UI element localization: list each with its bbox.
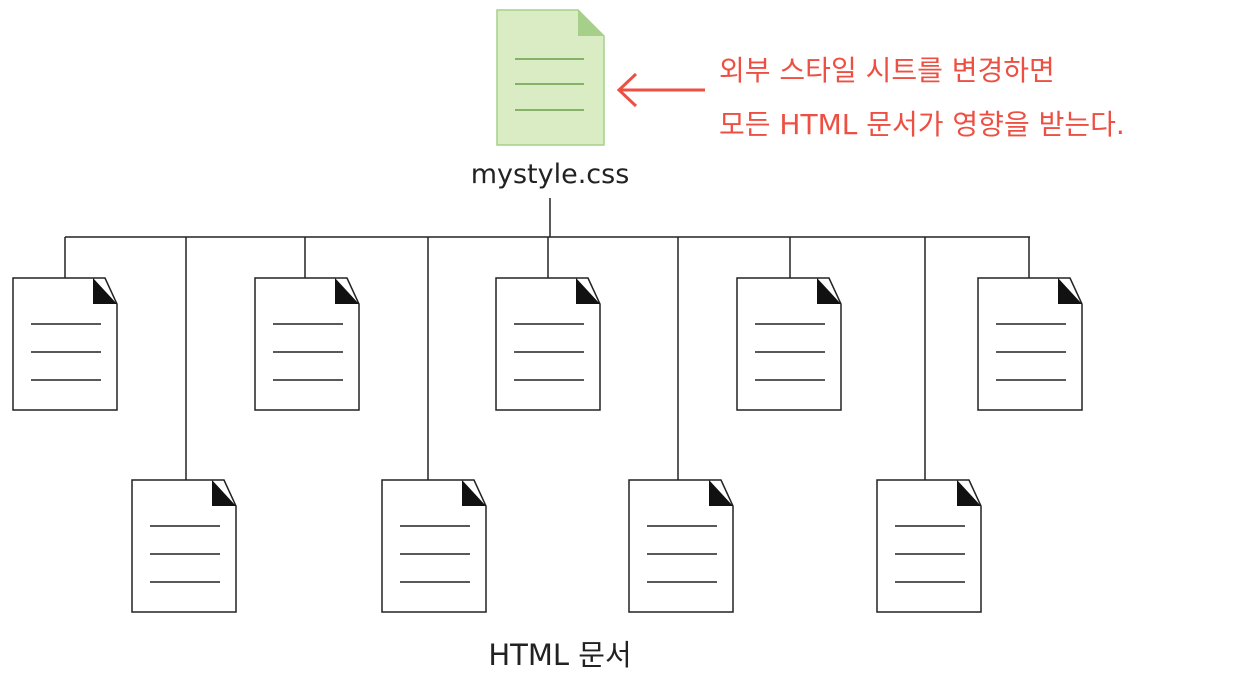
html-document-icon	[736, 277, 842, 411]
html-document-icon	[131, 479, 237, 613]
html-document-icon	[977, 277, 1083, 411]
html-document-icon	[381, 479, 487, 613]
html-document-icon	[628, 479, 734, 613]
documents-label: HTML 문서	[488, 638, 631, 672]
annotation-line-2: 모든 HTML 문서가 영향을 받는다.	[719, 108, 1125, 141]
css-filename: mystyle.css	[471, 159, 630, 190]
html-document-icon	[876, 479, 982, 613]
html-document-icon	[254, 277, 360, 411]
html-document-icon	[495, 277, 601, 411]
arrow-left-icon	[616, 72, 705, 108]
annotation-line-1: 외부 스타일 시트를 변경하면	[719, 54, 1055, 87]
css-file-icon	[496, 9, 605, 146]
html-document-icon	[12, 277, 118, 411]
css-diagram: mystyle.css 외부 스타일 시트를 변경하면 모든 HTML 문서가 …	[12, 9, 1125, 672]
